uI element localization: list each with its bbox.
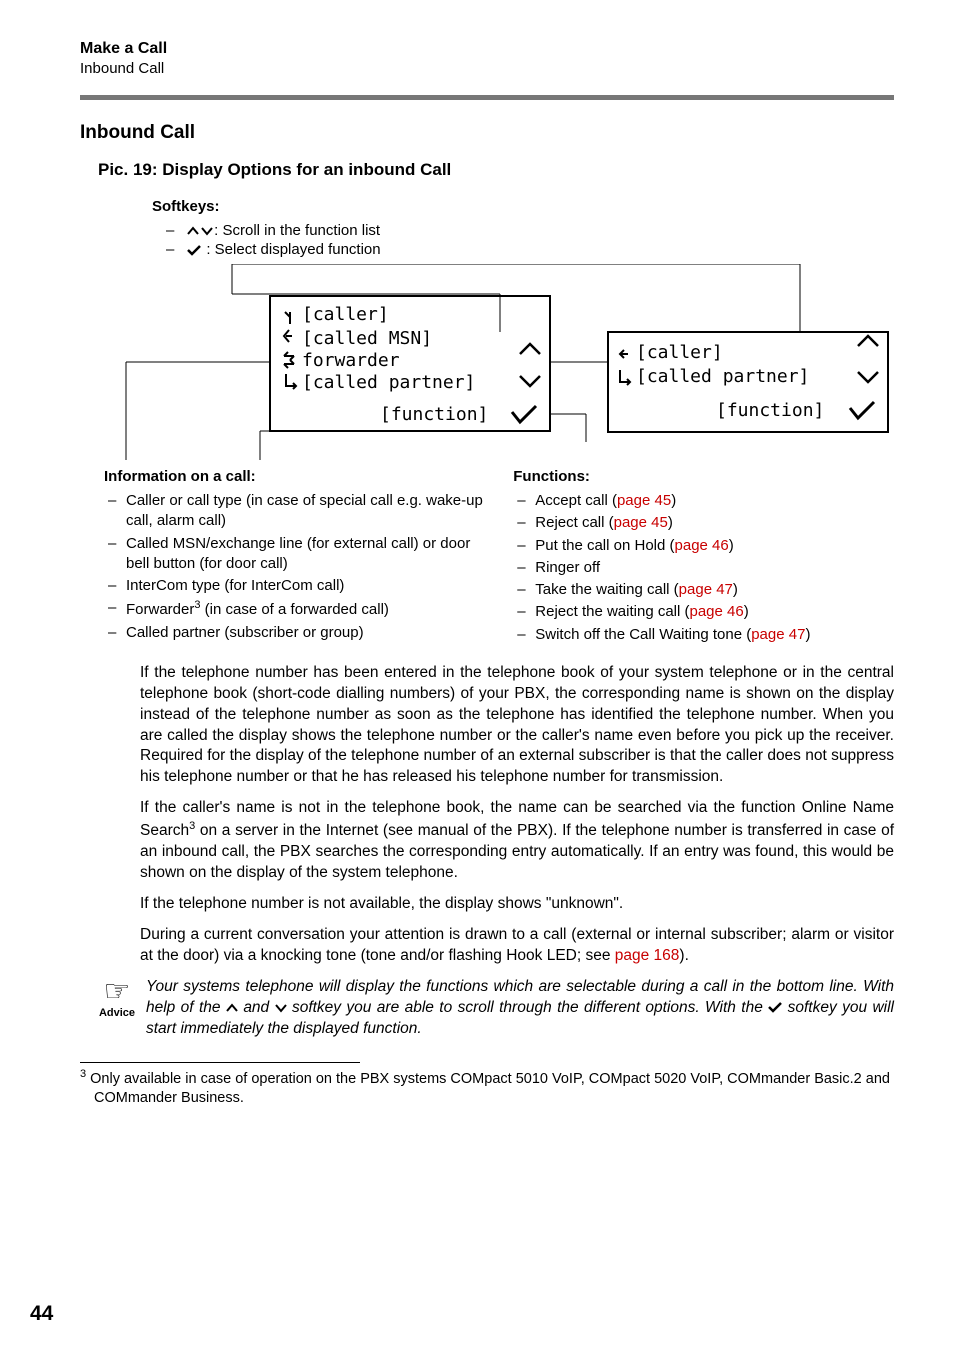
advice-text: Your systems telephone will display the … bbox=[140, 977, 894, 1040]
disp-forwarder: forwarder bbox=[302, 350, 400, 371]
figure-caption: Pic. 19: Display Options for an inbound … bbox=[98, 160, 894, 180]
footnote-text: Only available in case of operation on t… bbox=[86, 1070, 890, 1106]
display-diagram: [caller] [called MSN] forwarder [called … bbox=[80, 264, 900, 464]
body-text: If the telephone number has been entered… bbox=[140, 663, 894, 967]
up-down-arrows-icon bbox=[186, 225, 214, 237]
checkmark-icon bbox=[186, 244, 202, 256]
functions-title: Functions: bbox=[513, 468, 894, 485]
advice-label: Advice bbox=[94, 1007, 140, 1019]
disp2-function: [function] bbox=[716, 400, 824, 421]
softkey-select-text: : Select displayed function bbox=[202, 241, 380, 258]
softkeys-line: – : Scroll in the function list bbox=[166, 222, 894, 239]
page-link[interactable]: page 45 bbox=[617, 492, 671, 509]
disp-called-msn: [called MSN] bbox=[302, 328, 432, 349]
page-link[interactable]: page 46 bbox=[690, 603, 744, 620]
info-title: Information on a call: bbox=[104, 468, 493, 485]
page-link[interactable]: page 168 bbox=[615, 947, 680, 964]
header-title: Make a Call bbox=[80, 40, 894, 58]
running-header: Make a Call Inbound Call bbox=[80, 40, 894, 77]
disp-function: [function] bbox=[380, 404, 488, 425]
function-item: Switch off the Call Waiting tone (page 4… bbox=[513, 625, 894, 645]
info-item: Caller or call type (in case of special … bbox=[104, 491, 493, 532]
info-item: Called partner (subscriber or group) bbox=[104, 623, 493, 643]
information-column: Information on a call: Caller or call ty… bbox=[80, 468, 503, 647]
paragraph: If the telephone number has been entered… bbox=[140, 663, 894, 789]
page-link[interactable]: page 47 bbox=[679, 581, 733, 598]
header-rule bbox=[80, 95, 894, 100]
checkmark-icon bbox=[768, 1002, 782, 1013]
function-item: Reject call (page 45) bbox=[513, 513, 894, 533]
info-item: Forwarder3 (in case of a forwarded call) bbox=[104, 598, 493, 620]
function-item: Reject the waiting call (page 46) bbox=[513, 602, 894, 622]
functions-column: Functions: Accept call (page 45) Reject … bbox=[503, 468, 894, 647]
softkeys-title: Softkeys: bbox=[152, 198, 220, 215]
footnote: 3 Only available in case of operation on… bbox=[80, 1067, 894, 1109]
paragraph: If the caller's name is not in the telep… bbox=[140, 798, 894, 884]
softkeys-block: Softkeys: – : Scroll in the function lis… bbox=[152, 198, 894, 258]
down-arrow-icon bbox=[275, 1003, 287, 1013]
page-number: 44 bbox=[30, 1302, 53, 1326]
paragraph: During a current conversation your atten… bbox=[140, 925, 894, 967]
function-item: Take the waiting call (page 47) bbox=[513, 580, 894, 600]
disp2-caller: [caller] bbox=[636, 342, 723, 363]
function-item: Ringer off bbox=[513, 558, 894, 578]
disp-caller: [caller] bbox=[302, 304, 389, 325]
page-link[interactable]: page 45 bbox=[614, 514, 668, 531]
disp-called-partner: [called partner] bbox=[302, 372, 475, 393]
function-item: Put the call on Hold (page 46) bbox=[513, 536, 894, 556]
section-heading: Inbound Call bbox=[80, 122, 894, 144]
disp2-called-partner: [called partner] bbox=[636, 366, 809, 387]
page-link[interactable]: page 47 bbox=[751, 626, 805, 643]
paragraph: If the telephone number is not available… bbox=[140, 894, 894, 915]
header-sub: Inbound Call bbox=[80, 60, 894, 77]
hand-pointing-icon: ☞ bbox=[94, 977, 140, 1007]
info-item: InterCom type (for InterCom call) bbox=[104, 576, 493, 596]
softkeys-line: – : Select displayed function bbox=[166, 241, 894, 258]
advice-block: ☞ Advice Your systems telephone will dis… bbox=[94, 977, 894, 1040]
softkey-scroll-text: : Scroll in the function list bbox=[214, 222, 380, 239]
page-link[interactable]: page 46 bbox=[675, 537, 729, 554]
function-item: Accept call (page 45) bbox=[513, 491, 894, 511]
info-item: Called MSN/exchange line (for external c… bbox=[104, 534, 493, 575]
up-arrow-icon bbox=[226, 1003, 238, 1013]
footnote-rule bbox=[80, 1062, 360, 1063]
